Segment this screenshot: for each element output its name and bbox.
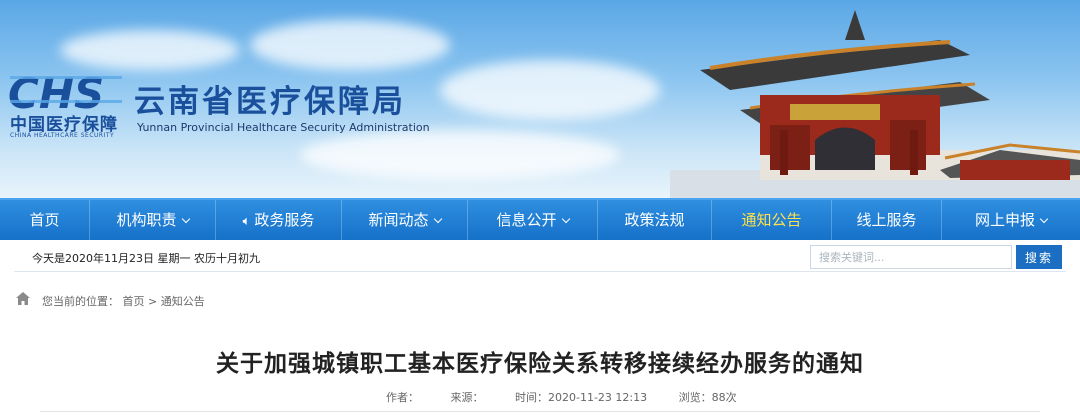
- nav-item-online-services[interactable]: 线上服务: [832, 200, 942, 240]
- nav-item-label: 网上申报: [974, 211, 1035, 229]
- article-title: 关于加强城镇职工基本医疗保险关系转移接续经办服务的通知: [216, 351, 864, 377]
- nav-item-label: 新闻动态: [368, 211, 429, 229]
- current-date: 今天是2020年11月23日 星期一 农历十月初九: [32, 252, 260, 265]
- nav-item-label: 政务服务: [254, 211, 315, 229]
- home-icon: [16, 292, 30, 305]
- breadcrumb-separator: >: [148, 295, 158, 308]
- cloud-decoration: [440, 60, 660, 120]
- nav-item-label: 信息公开: [496, 211, 557, 229]
- nav-item-government-services[interactable]: 🔈︎ 政务服务: [216, 200, 342, 240]
- article-time: 时间：2020-11-23 12:13: [515, 391, 648, 404]
- site-title: 云南省医疗保障局: [134, 84, 406, 120]
- nav-item-label: 线上服务: [856, 211, 917, 229]
- nav-item-news[interactable]: 新闻动态: [342, 200, 468, 240]
- breadcrumb-prefix: 您当前的位置：: [42, 295, 119, 308]
- nav-item-label: 首页: [29, 211, 60, 229]
- article-meta: 作者： 来源： 时间：2020-11-23 12:13 浏览：88次: [386, 389, 765, 405]
- nav-item-institution[interactable]: 机构职责: [90, 200, 216, 240]
- nav-item-label: 政策法规: [624, 211, 685, 229]
- chevron-down-icon: [181, 214, 190, 224]
- divider: [40, 411, 1040, 412]
- info-bar: 今天是2020年11月23日 星期一 农历十月初九 搜索: [14, 244, 1066, 272]
- memorial-archway-image: [670, 10, 1080, 198]
- site-subtitle: Yunnan Provincial Healthcare Security Ad…: [137, 121, 430, 134]
- logo-english-text: CHINA HEALTHCARE SECURITY: [10, 132, 115, 139]
- article-source: 来源：: [450, 391, 484, 404]
- breadcrumb-home-link[interactable]: 首页: [123, 295, 145, 308]
- search-input[interactable]: [810, 245, 1012, 269]
- chevron-down-icon: [433, 214, 442, 224]
- nav-item-policies[interactable]: 政策法规: [598, 200, 712, 240]
- chevron-down-icon: [1039, 214, 1049, 224]
- site-banner: CHS 中国医疗保障 CHINA HEALTHCARE SECURITY 云南省…: [0, 0, 1080, 198]
- breadcrumb-current-link[interactable]: 通知公告: [161, 295, 205, 308]
- search-button[interactable]: 搜索: [1016, 245, 1062, 269]
- article-author: 作者：: [386, 391, 419, 404]
- nav-item-label: 机构职责: [116, 211, 177, 229]
- main-nav: 首页 机构职责 🔈︎ 政务服务 新闻动态 信息公开 政策法规 通知公告 线上服务 …: [0, 198, 1080, 240]
- nav-item-disclosure[interactable]: 信息公开: [468, 200, 598, 240]
- cloud-decoration: [300, 130, 620, 180]
- nav-item-online-declaration[interactable]: 网上申报: [942, 200, 1080, 240]
- nav-item-notices[interactable]: 通知公告: [712, 200, 832, 240]
- nav-item-home[interactable]: 首页: [0, 200, 90, 240]
- chevron-down-icon: [561, 214, 570, 224]
- cloud-decoration: [250, 20, 450, 70]
- article-views: 浏览：88次: [678, 391, 737, 404]
- chs-logo-icon: CHS: [8, 70, 122, 114]
- cloud-decoration: [60, 30, 240, 70]
- speaker-icon: 🔈︎: [242, 214, 251, 229]
- nav-item-label: 通知公告: [741, 211, 802, 229]
